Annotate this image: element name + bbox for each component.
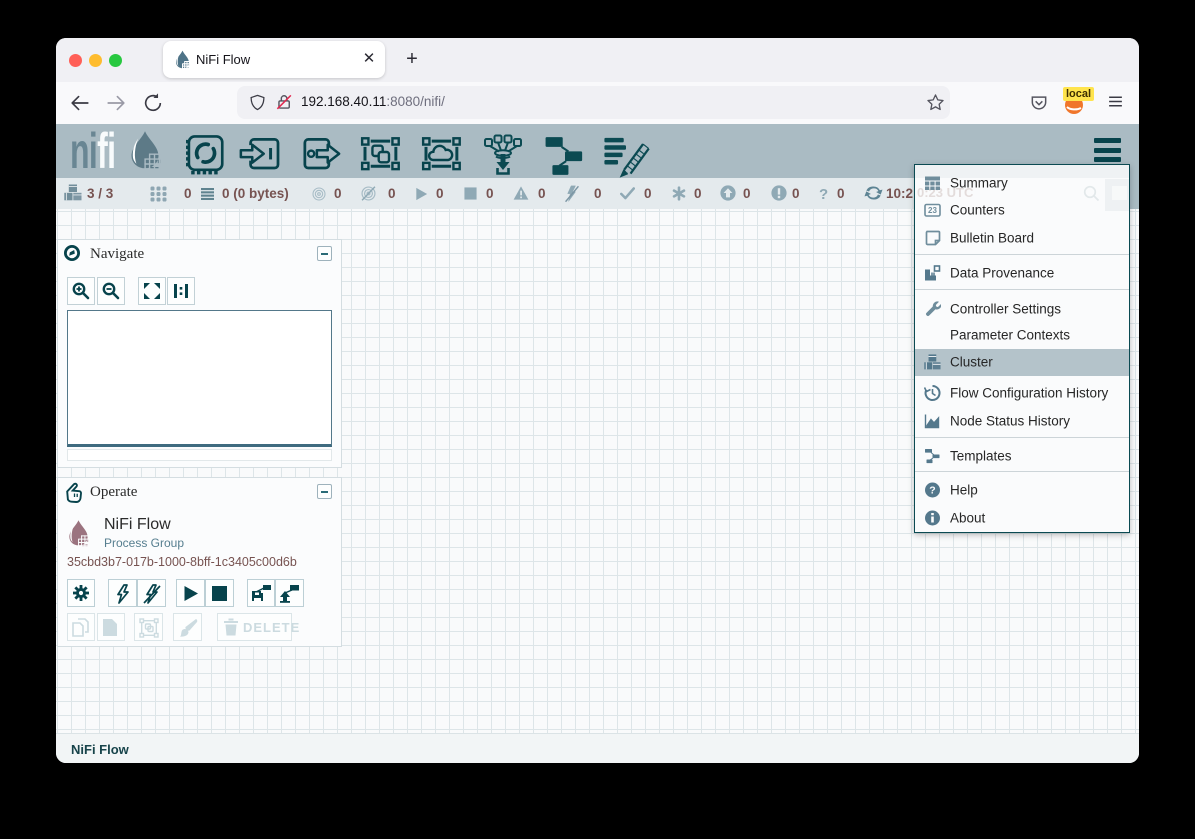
svg-text:?: ? xyxy=(929,485,935,497)
svg-text:23: 23 xyxy=(928,206,937,215)
